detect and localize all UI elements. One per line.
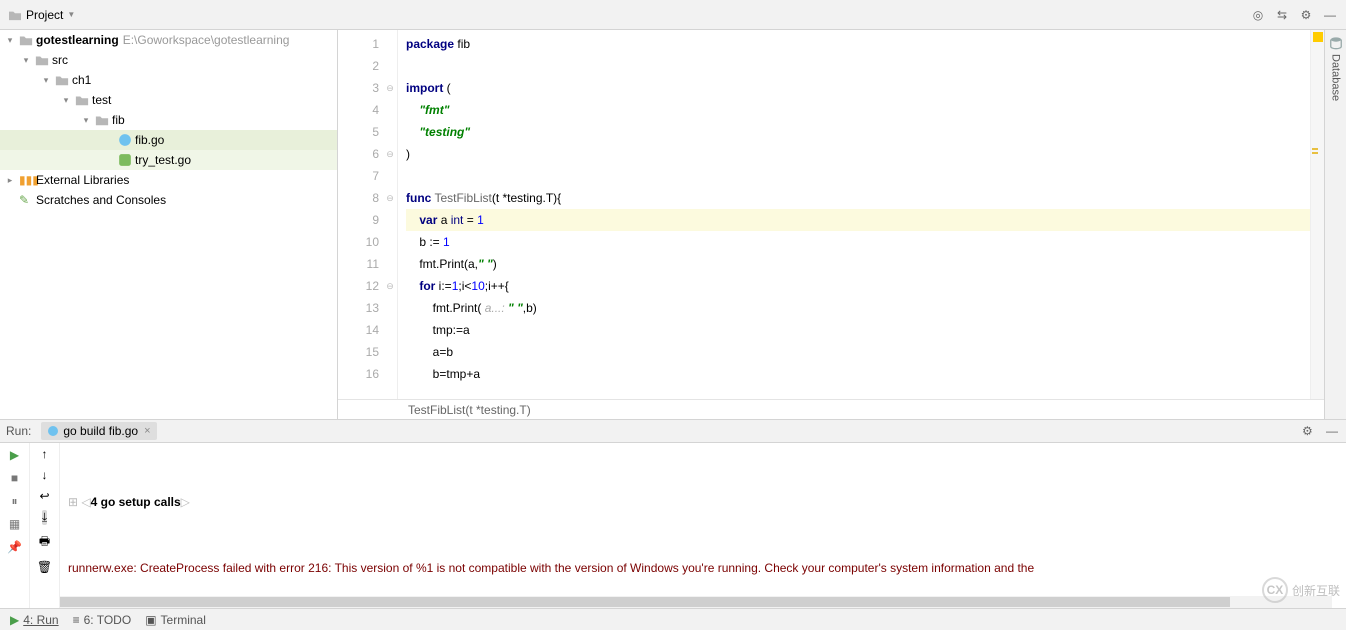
chevron-right-icon[interactable]: ▸ <box>4 175 16 186</box>
tree-external-libs[interactable]: ▸ ▮▮▮ External Libraries <box>0 170 337 190</box>
run-config-label: go build fib.go <box>63 424 138 438</box>
run-toolbar-primary: ▶ ■ ⏸ ▦ 📌 <box>0 443 30 608</box>
tree-path: E:\Goworkspace\gotestlearning <box>123 33 290 47</box>
chevron-down-icon[interactable]: ▾ <box>80 115 92 126</box>
todo-icon: ≡ <box>73 613 80 627</box>
tree-src[interactable]: ▾ src <box>0 50 337 70</box>
chevron-down-icon: ▼ <box>67 10 75 19</box>
tree-root[interactable]: ▾ gotestlearning E:\Goworkspace\gotestle… <box>0 30 337 50</box>
down-button[interactable]: ↓ <box>42 468 48 482</box>
watermark: CX 创新互联 <box>1262 577 1340 603</box>
gear-icon[interactable]: ⚙ <box>1302 424 1316 438</box>
tree-fib-dir[interactable]: ▾ fib <box>0 110 337 130</box>
up-button[interactable]: ↑ <box>42 447 48 461</box>
target-icon[interactable]: ◎ <box>1250 7 1266 23</box>
bottom-terminal-tab[interactable]: ▣ Terminal <box>145 613 206 627</box>
run-toolbar-secondary: ↑ ↓ ↩ ⤓ 🖶 🗑 <box>30 443 60 608</box>
code-editor[interactable]: 12345678910111213141516 ⊖⊖⊖⊖ package fib… <box>338 30 1324 399</box>
bottom-toolwindow-bar: ▶ 4: Run ≡ 6: TODO ▣ Terminal <box>0 608 1346 630</box>
delete-button[interactable]: 🗑 <box>37 560 52 574</box>
run-title: Run: <box>6 424 31 438</box>
print-button[interactable]: 🖶 <box>39 532 50 553</box>
stop-button[interactable]: ■ <box>7 470 23 486</box>
gear-icon[interactable]: ⚙ <box>1298 7 1314 23</box>
soft-wrap-button[interactable]: ↩ <box>39 489 49 503</box>
collapse-icon[interactable]: ⇆ <box>1274 7 1290 23</box>
run-output[interactable]: ⊞ ◁4 go setup calls▷ runnerw.exe: Create… <box>60 443 1346 608</box>
rerun-button[interactable]: ▶ <box>7 447 23 463</box>
chevron-down-icon[interactable]: ▾ <box>20 55 32 66</box>
bottom-run-tab[interactable]: ▶ 4: Run <box>10 613 59 627</box>
code-breadcrumb[interactable]: TestFibList(t *testing.T) <box>338 399 1324 419</box>
pin-button[interactable]: 📌 <box>7 539 23 555</box>
tree-label: ch1 <box>72 73 91 87</box>
tree-scratches[interactable]: ✎ Scratches and Consoles <box>0 190 337 210</box>
pause-button[interactable]: ⏸ <box>7 493 23 509</box>
terminal-icon: ▣ <box>145 613 156 627</box>
editor-marker-strip[interactable] <box>1310 30 1324 399</box>
scroll-to-end-button[interactable]: ⤓ <box>42 510 47 525</box>
go-icon <box>47 425 59 437</box>
close-icon[interactable]: × <box>144 425 150 437</box>
tree-label: try_test.go <box>135 153 191 167</box>
project-label: Project <box>26 8 63 22</box>
database-label: Database <box>1330 54 1342 101</box>
tree-try-test[interactable]: try_test.go <box>0 150 337 170</box>
tree-ch1[interactable]: ▾ ch1 <box>0 70 337 90</box>
project-dropdown[interactable]: Project ▼ <box>0 0 83 29</box>
scratches-icon: ✎ <box>19 193 33 207</box>
output-setup-line: ⊞ ◁4 go setup calls▷ <box>68 491 1338 513</box>
layout-button[interactable]: ▦ <box>7 516 23 532</box>
tree-test[interactable]: ▾ test <box>0 90 337 110</box>
horizontal-scrollbar[interactable] <box>60 596 1332 608</box>
tree-label: src <box>52 53 68 67</box>
tree-label: test <box>92 93 111 107</box>
tree-label: fib.go <box>135 133 164 147</box>
project-tree[interactable]: ▾ gotestlearning E:\Goworkspace\gotestle… <box>0 30 338 419</box>
warning-marker[interactable] <box>1313 32 1323 42</box>
minimize-icon[interactable]: — <box>1322 7 1338 23</box>
run-panel-header: Run: go build fib.go × ⚙ — <box>0 419 1346 443</box>
tree-fib-go[interactable]: fib.go <box>0 130 337 150</box>
output-error-line: runnerw.exe: CreateProcess failed with e… <box>68 557 1338 579</box>
tree-label: gotestlearning <box>36 33 119 47</box>
database-icon <box>1329 36 1343 50</box>
chevron-down-icon[interactable]: ▾ <box>60 95 72 106</box>
tree-label: External Libraries <box>36 173 129 187</box>
chevron-down-icon[interactable]: ▾ <box>4 35 16 46</box>
tree-label: fib <box>112 113 125 127</box>
warning-marker[interactable] <box>1312 152 1318 154</box>
warning-marker[interactable] <box>1312 148 1318 150</box>
tree-label: Scratches and Consoles <box>36 193 166 207</box>
minimize-icon[interactable]: — <box>1326 424 1340 438</box>
bottom-todo-tab[interactable]: ≡ 6: TODO <box>73 613 132 627</box>
line-gutter: 12345678910111213141516 ⊖⊖⊖⊖ <box>338 30 398 399</box>
library-icon: ▮▮▮ <box>19 173 33 187</box>
play-icon: ▶ <box>10 613 19 627</box>
run-config-tab[interactable]: go build fib.go × <box>41 422 156 440</box>
chevron-down-icon[interactable]: ▾ <box>40 75 52 86</box>
database-toolwindow-stripe[interactable]: Database <box>1324 30 1346 419</box>
